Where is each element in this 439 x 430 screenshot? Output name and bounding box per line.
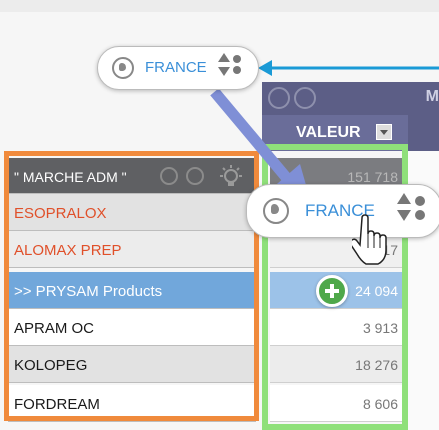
filter-chip-label: FRANCE [145,59,207,76]
arrow-to-filter [258,60,439,76]
hand-cursor-icon [352,214,387,265]
globe-icon [112,57,134,79]
filter-chip-france[interactable]: FRANCE [97,46,259,90]
dragged-filter-chip-france[interactable]: FRANCE [246,184,439,238]
plus-icon[interactable] [316,275,348,307]
globe-icon [263,198,289,224]
